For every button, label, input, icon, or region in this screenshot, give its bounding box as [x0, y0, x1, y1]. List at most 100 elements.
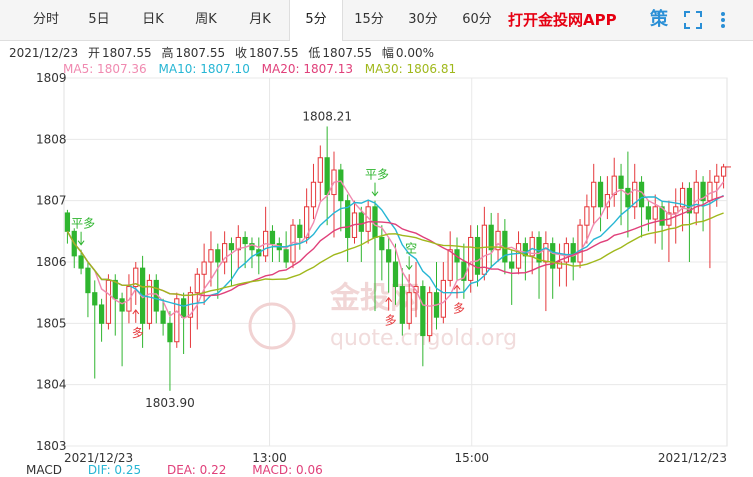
- candle: [597, 176, 604, 232]
- candle: [283, 231, 289, 269]
- candle: [522, 237, 528, 281]
- signal-label: 平多: [365, 168, 389, 182]
- candle-body: [440, 279, 446, 318]
- candle: [591, 163, 597, 226]
- candle-body: [420, 286, 426, 337]
- candle: [447, 231, 453, 287]
- candle-body: [317, 157, 323, 183]
- candle-body: [509, 261, 515, 269]
- candle-body: [208, 249, 214, 263]
- candle: [577, 219, 583, 269]
- signal-label: 多: [132, 326, 144, 340]
- candle: [645, 200, 652, 232]
- candle-body: [645, 206, 652, 220]
- candle-body: [714, 175, 720, 183]
- y-tick-label: 1809: [36, 71, 67, 85]
- candle-body: [392, 261, 399, 288]
- signal-arrow: [405, 256, 413, 271]
- y-tick-label: 1806: [36, 255, 67, 269]
- high-annotation: 1808.21: [302, 109, 352, 123]
- candle: [693, 170, 699, 226]
- macd-dif: DIF: 0.25: [87, 463, 142, 477]
- signal-label: 多: [453, 301, 465, 315]
- candle: [64, 209, 71, 244]
- macd-value: MACD: 0.06: [252, 463, 323, 477]
- candle-body: [386, 249, 392, 263]
- candle-body: [105, 279, 112, 324]
- candle-body: [201, 261, 207, 275]
- candle: [481, 206, 487, 281]
- candle-body: [194, 273, 200, 294]
- candle-body: [119, 298, 125, 312]
- candle-body: [720, 166, 727, 177]
- candle: [638, 176, 645, 238]
- candle: [543, 231, 549, 312]
- candlestick-chart[interactable]: 18091808180718061805180418032021/12/23 13…: [0, 0, 753, 473]
- candle-body: [167, 322, 173, 343]
- candle-body: [597, 181, 604, 208]
- candle: [509, 249, 515, 305]
- candle: [174, 292, 180, 348]
- candle: [85, 262, 91, 318]
- candle-body: [618, 175, 624, 189]
- candle: [249, 237, 255, 269]
- candle-body: [399, 286, 405, 324]
- signal-arrow: [371, 182, 379, 197]
- candle: [351, 200, 358, 244]
- candle-body: [98, 304, 105, 324]
- candle: [331, 151, 337, 238]
- x-tick-label: 2021/12/23: [658, 451, 727, 465]
- candle-body: [358, 212, 364, 232]
- candle-body: [563, 243, 569, 263]
- candle: [263, 206, 269, 262]
- candle: [105, 274, 112, 330]
- macd-label: MACD: [26, 463, 62, 477]
- candle: [611, 157, 617, 207]
- candle: [604, 176, 611, 220]
- candle-body: [488, 224, 494, 251]
- watermark-logo: [248, 302, 296, 350]
- candle: [563, 237, 569, 287]
- candle-body: [577, 224, 583, 263]
- candle: [345, 194, 351, 262]
- candle: [420, 280, 426, 367]
- candle: [686, 182, 693, 262]
- candle-body: [324, 157, 330, 196]
- candle: [570, 237, 576, 281]
- candle: [550, 237, 556, 299]
- candle-body: [406, 292, 412, 324]
- y-tick-label: 1804: [36, 378, 67, 392]
- candle: [146, 274, 153, 330]
- candle-body: [379, 236, 385, 251]
- candle: [92, 280, 98, 379]
- candle: [666, 200, 672, 262]
- candle-body: [160, 310, 166, 324]
- candle-body: [215, 249, 221, 263]
- y-tick-label: 1808: [36, 132, 67, 146]
- signal-label: 多: [385, 314, 397, 328]
- candle: [256, 237, 262, 275]
- candle-body: [474, 236, 481, 275]
- candle-body: [707, 181, 713, 202]
- candle: [556, 243, 563, 287]
- macd-footer: MACD DIF: 0.25 DEA: 0.22 MACD: 0.06: [26, 463, 345, 477]
- candle-body: [64, 212, 71, 232]
- candle: [358, 206, 364, 262]
- candle-body: [92, 292, 98, 306]
- macd-dea: DEA: 0.22: [166, 463, 227, 477]
- candle-body: [228, 243, 235, 251]
- candle: [679, 182, 686, 232]
- candle-body: [242, 236, 248, 245]
- candle: [427, 286, 433, 342]
- x-tick-label: 15:00: [454, 451, 489, 465]
- candle: [536, 231, 542, 299]
- signal-label: 空: [405, 241, 417, 255]
- candle: [324, 126, 330, 226]
- candle: [652, 194, 658, 244]
- candle: [297, 219, 303, 250]
- candle-body: [591, 181, 597, 208]
- y-tick-label: 1803: [36, 439, 67, 453]
- candle-body: [283, 249, 289, 263]
- candle-body: [427, 292, 433, 337]
- signal-label: 平多: [71, 217, 95, 231]
